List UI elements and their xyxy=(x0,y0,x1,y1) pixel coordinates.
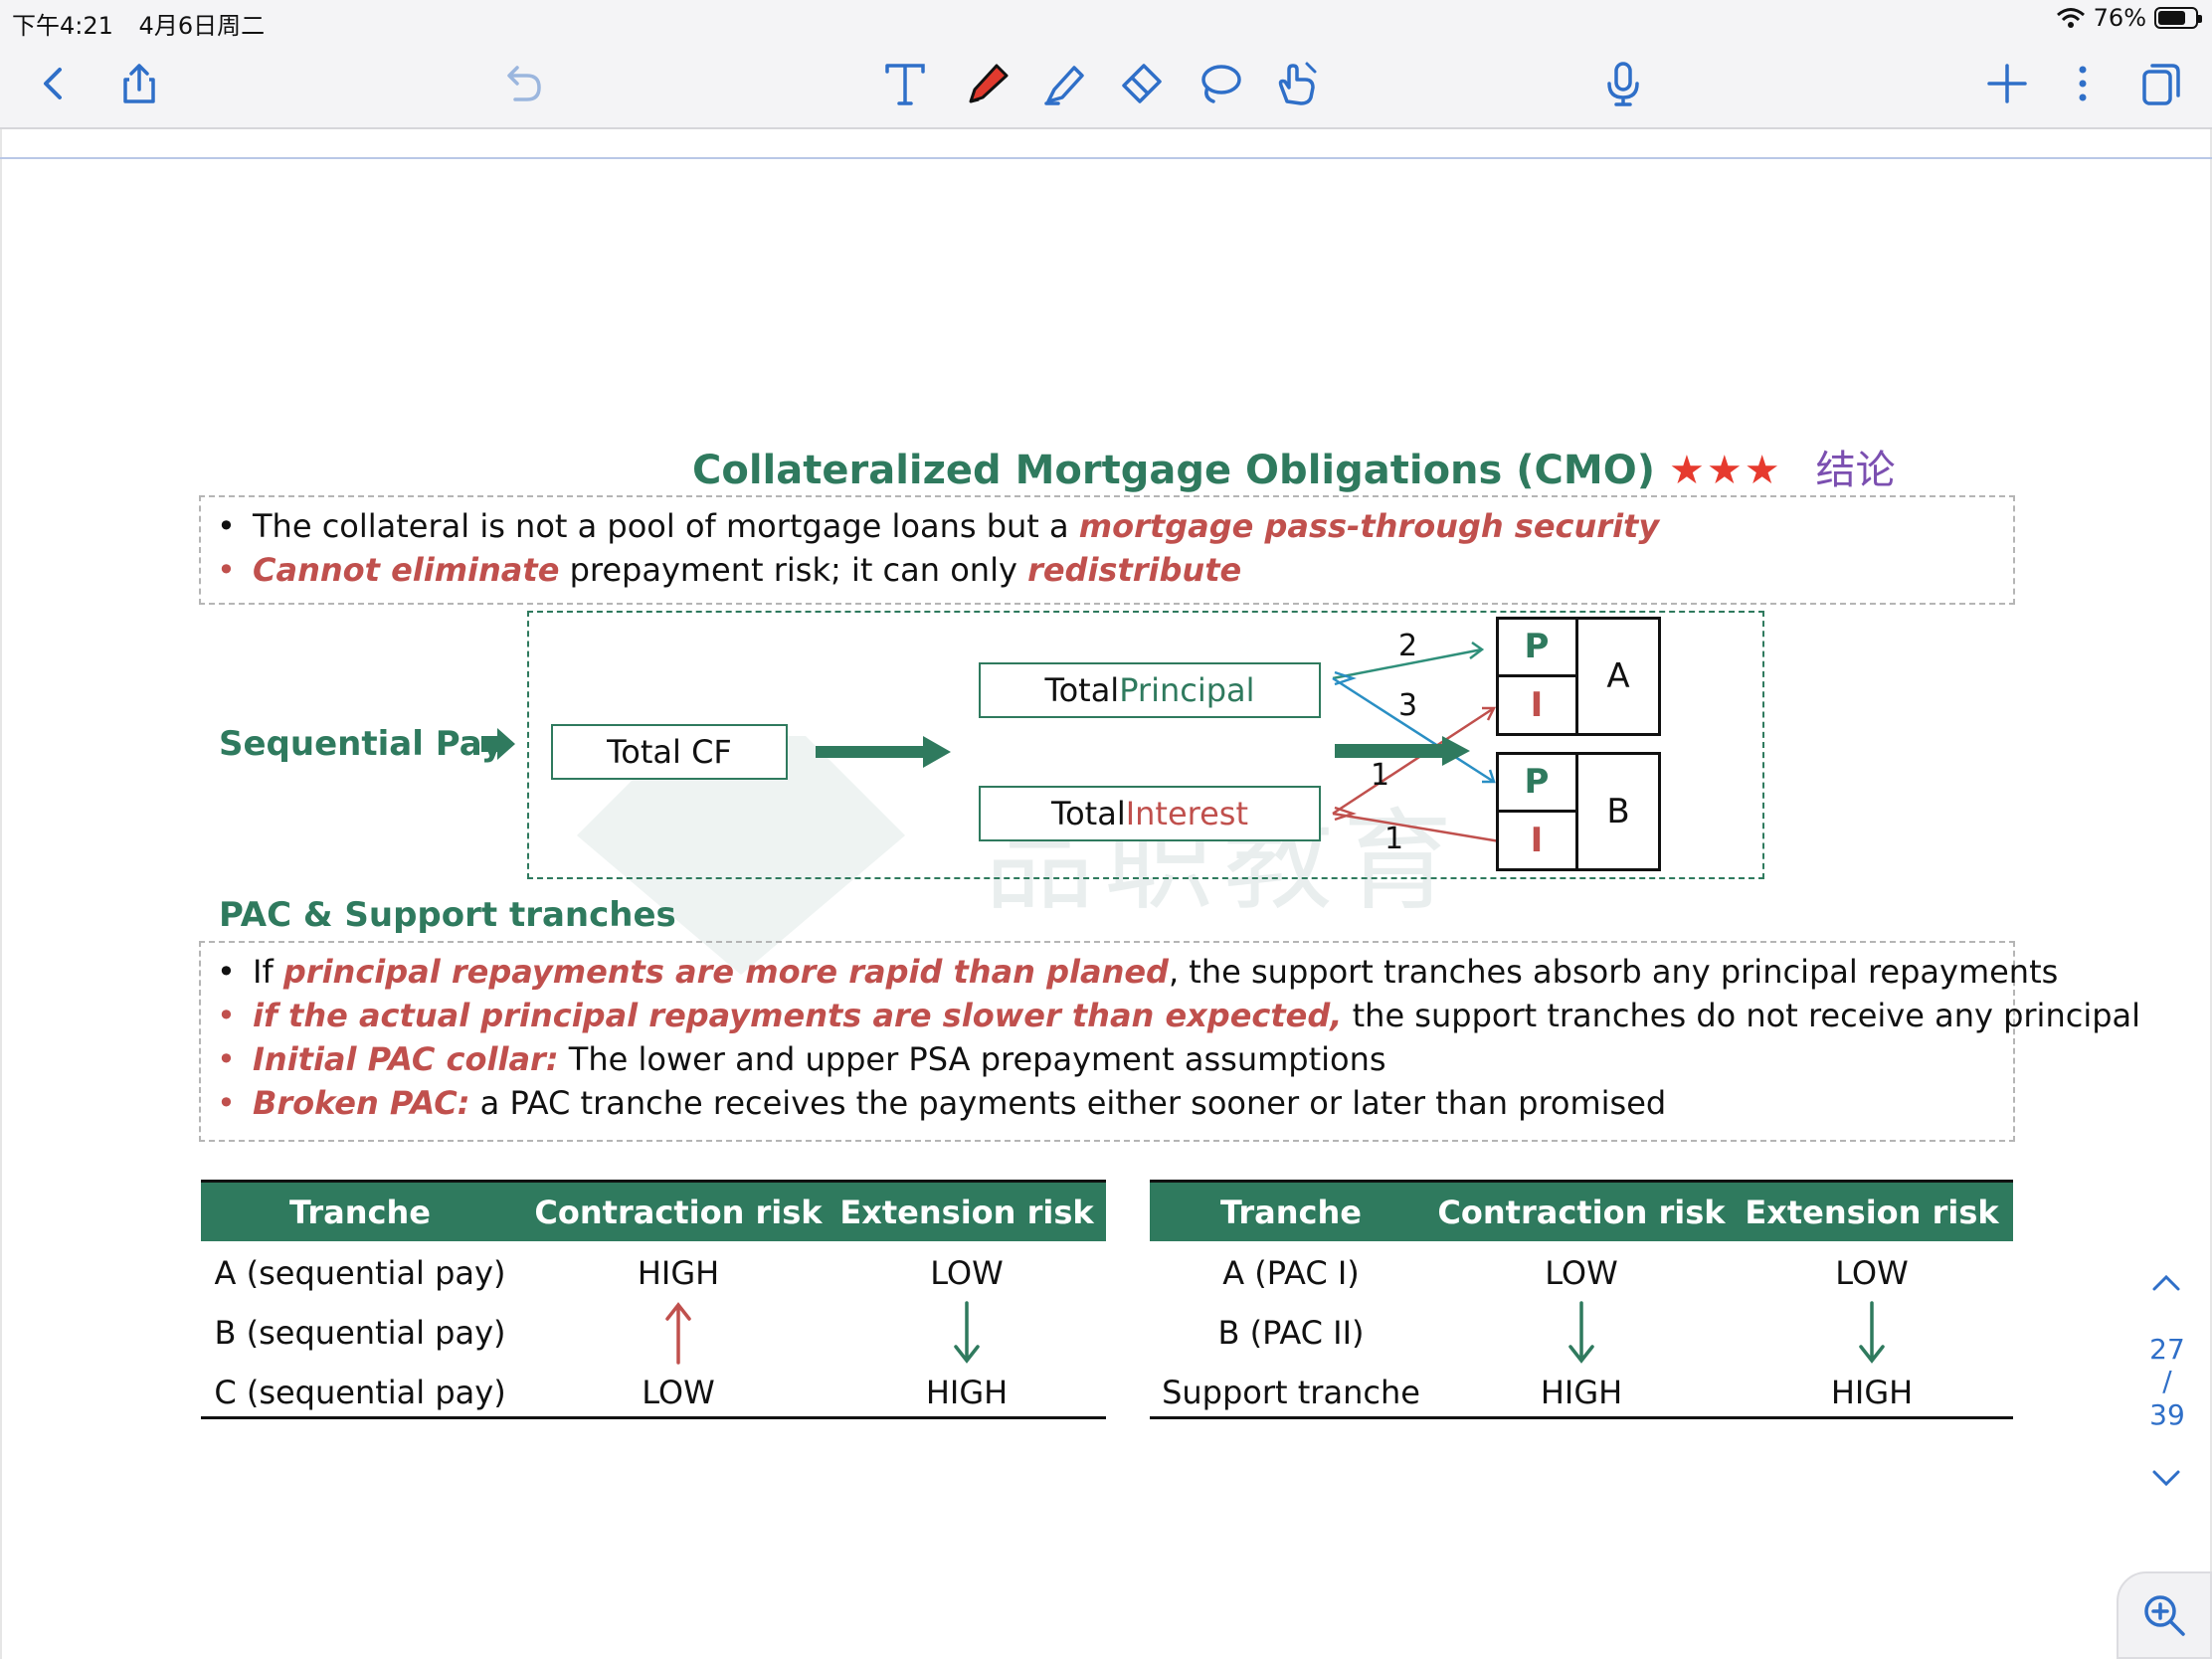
tranche-a-label: A xyxy=(1606,656,1630,696)
page-top-rule xyxy=(0,157,2212,159)
table-cell: LOW xyxy=(930,1254,1004,1292)
table-cell: B (PAC II) xyxy=(1217,1314,1365,1352)
importance-stars: ★★★ xyxy=(1669,448,1782,493)
text-tool-icon[interactable] xyxy=(875,54,935,113)
arrow-down-icon xyxy=(1859,1301,1885,1364)
intro-bullet-1: • The collateral is not a pool of mortgag… xyxy=(217,507,1660,545)
table-header-row: Tranche Contraction risk Extension risk xyxy=(201,1180,1106,1241)
slide-title: Collateralized Mortgage Obligations (CMO… xyxy=(692,438,1896,495)
zoom-button[interactable] xyxy=(2117,1571,2212,1659)
table-header-row: Tranche Contraction risk Extension risk xyxy=(1150,1180,2013,1241)
share-icon[interactable] xyxy=(109,54,169,113)
table-header-cell: Contraction risk xyxy=(534,1193,823,1231)
allocation-number: 2 xyxy=(1398,629,1418,663)
highlighter-tool-icon[interactable] xyxy=(1034,54,1094,113)
table-bottom-rule xyxy=(1150,1416,2013,1419)
tranche-a-interest: I xyxy=(1530,685,1544,725)
pac-bullet-3: • Initial PAC collar: The lower and upper… xyxy=(217,1040,1386,1078)
table-cell: HIGH xyxy=(925,1374,1009,1411)
cf-to-tranche-arrow xyxy=(1335,736,1470,766)
sequential-risk-table: Tranche Contraction risk Extension risk … xyxy=(201,1180,1106,1422)
tranche-b-label: B xyxy=(1606,792,1630,831)
table-cell: HIGH xyxy=(1540,1374,1623,1411)
pac-risk-table: Tranche Contraction risk Extension risk … xyxy=(1150,1180,2013,1422)
table-cell: Support tranche xyxy=(1162,1374,1420,1411)
pac-bullet-4: • Broken PAC: a PAC tranche receives the … xyxy=(217,1084,1667,1122)
wifi-icon xyxy=(2056,8,2085,28)
allocation-number: 1 xyxy=(1371,758,1390,793)
page-separator: / xyxy=(2162,1365,2172,1397)
sequential-pay-arrow-icon xyxy=(481,728,515,760)
page-up-icon[interactable] xyxy=(2148,1265,2184,1301)
allocation-number: 1 xyxy=(1384,822,1404,856)
add-icon[interactable] xyxy=(1977,54,2037,113)
microphone-icon[interactable] xyxy=(1593,54,1653,113)
notes-app: 下午4:21 4月6日周二 76% Collateralized Mortgag… xyxy=(0,0,2212,1659)
total-interest-box: Total Interest xyxy=(979,786,1321,841)
toolbar xyxy=(0,40,2212,129)
intro-bullet-2: • Cannot eliminate prepayment risk; it ca… xyxy=(217,551,1242,589)
pen-tool-icon[interactable] xyxy=(957,54,1016,113)
pac-bullet-1: • If principal repayments are more rapid … xyxy=(217,953,2059,991)
total-pages: 39 xyxy=(2149,1398,2185,1431)
total-principal-box: Total Principal xyxy=(979,662,1321,718)
tranche-a-principal: P xyxy=(1524,627,1550,666)
table-header-cell: Extension risk xyxy=(839,1193,1094,1231)
table-cell: HIGH xyxy=(637,1254,720,1292)
pac-bullet-2: • if the actual principal repayments are … xyxy=(217,997,2141,1034)
more-icon[interactable] xyxy=(2053,54,2113,113)
cf-flow-arrow xyxy=(816,736,951,768)
table-cell: A (PAC I) xyxy=(1222,1254,1360,1292)
table-header-cell: Tranche xyxy=(289,1193,431,1231)
arrow-down-icon xyxy=(1568,1301,1594,1364)
table-header-cell: Extension risk xyxy=(1745,1193,1999,1231)
page-down-icon[interactable] xyxy=(2148,1460,2184,1496)
pages-icon[interactable] xyxy=(2130,54,2190,113)
table-cell: A (sequential pay) xyxy=(214,1254,506,1292)
current-page: 27 xyxy=(2149,1333,2185,1366)
table-cell: C (sequential pay) xyxy=(214,1374,506,1411)
slide-title-cn: 结论 xyxy=(1815,448,1896,493)
table-cell: LOW xyxy=(642,1374,715,1411)
table-cell: LOW xyxy=(1545,1254,1618,1292)
arrow-down-icon xyxy=(954,1301,980,1364)
total-cf-box: Total CF xyxy=(551,724,788,780)
page-edge-left xyxy=(0,129,2,1659)
page-nav-rail: 27 / 39 xyxy=(2122,1253,2212,1512)
tranche-b-interest: I xyxy=(1530,821,1544,860)
sequential-pay-label: Sequential Pay xyxy=(219,724,503,764)
eraser-tool-icon[interactable] xyxy=(1112,54,1172,113)
arrow-up-icon xyxy=(665,1302,691,1365)
table-bottom-rule xyxy=(201,1416,1106,1419)
allocation-number: 3 xyxy=(1398,688,1418,723)
pac-heading: PAC & Support tranches xyxy=(219,895,676,935)
table-cell: LOW xyxy=(1835,1254,1909,1292)
lasso-tool-icon[interactable] xyxy=(1190,54,1249,113)
battery-icon xyxy=(2154,7,2202,29)
table-header-cell: Contraction risk xyxy=(1437,1193,1726,1231)
status-date: 4月6日周二 xyxy=(138,12,266,40)
hand-tool-icon[interactable] xyxy=(1267,54,1327,113)
zoom-in-icon xyxy=(2144,1595,2185,1636)
table-header-cell: Tranche xyxy=(1220,1193,1362,1231)
undo-icon[interactable] xyxy=(493,54,553,113)
back-chevron-icon[interactable] xyxy=(24,54,84,113)
table-cell: HIGH xyxy=(1830,1374,1914,1411)
battery-percent: 76% xyxy=(2093,4,2146,32)
table-cell: B (sequential pay) xyxy=(214,1314,506,1352)
tranche-b-principal: P xyxy=(1524,762,1550,802)
status-time: 下午4:21 xyxy=(12,12,113,40)
slide-title-text: Collateralized Mortgage Obligations (CMO… xyxy=(692,448,1655,493)
status-bar: 下午4:21 4月6日周二 76% xyxy=(0,0,2212,40)
